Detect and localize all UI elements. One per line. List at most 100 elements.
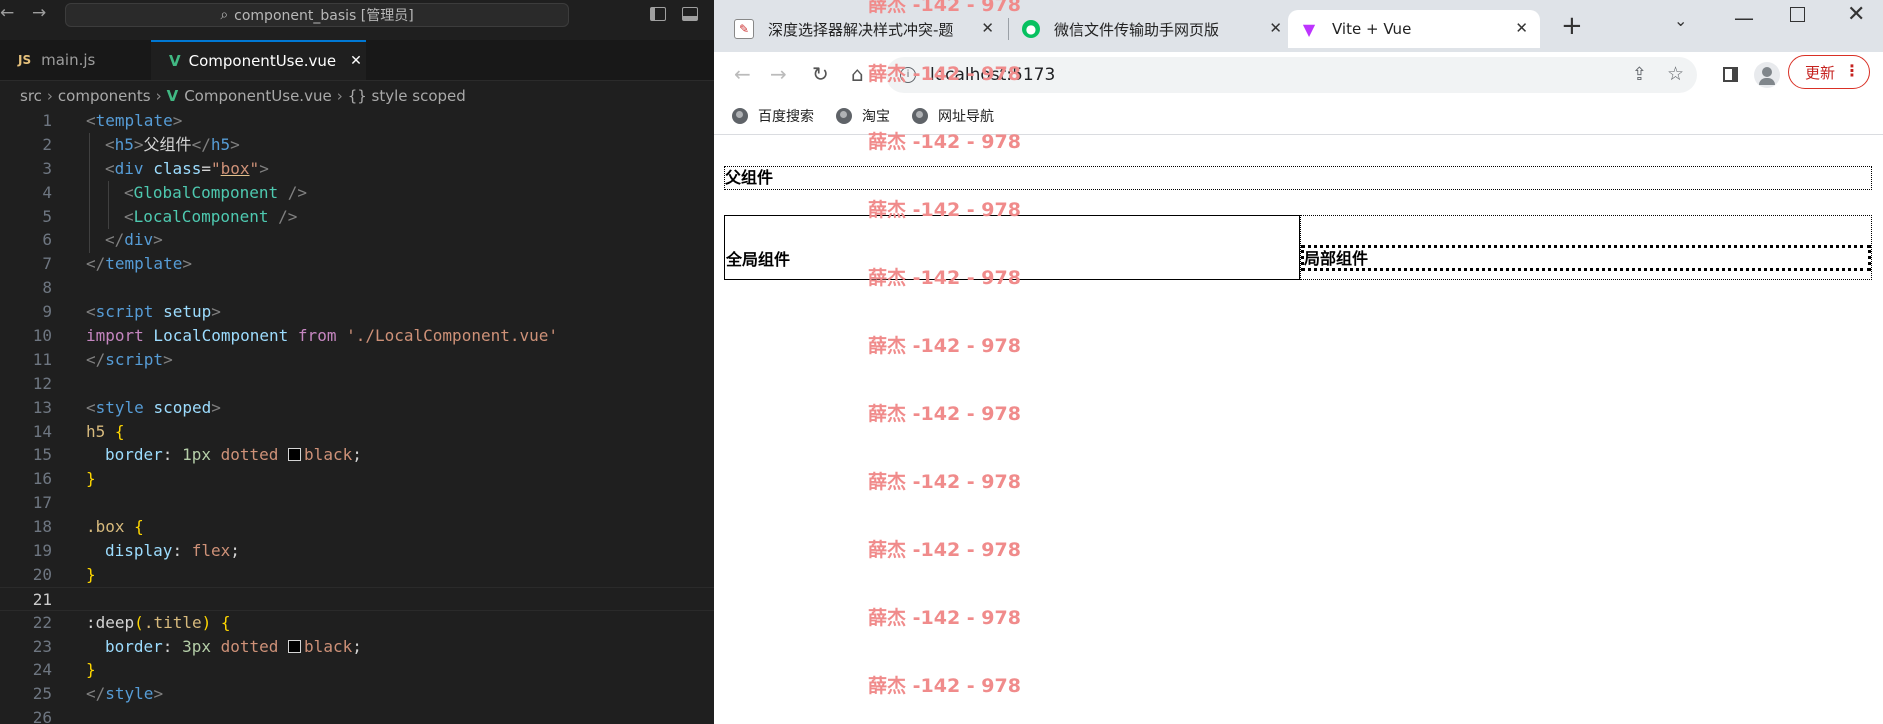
- home-icon[interactable]: ⌂: [851, 62, 864, 86]
- close-window-icon[interactable]: ✕: [1847, 2, 1865, 27]
- code-line: 10 import LocalComponent from './LocalCom…: [32, 326, 559, 346]
- code-line: 4 <GlobalComponent />: [42, 182, 308, 202]
- tab-title: Vite + Vue: [1332, 20, 1412, 38]
- search-icon: ⌕: [220, 7, 229, 23]
- code-line: 19 display: flex;: [32, 541, 240, 561]
- code-line: 11 </script>: [32, 349, 173, 369]
- code-editor[interactable]: 1 <template> 2 <h5>父组件</h5> 3 <div class="b…: [0, 109, 714, 724]
- command-center-search[interactable]: ⌕ component_basis [管理员]: [65, 3, 569, 27]
- breadcrumb-item[interactable]: ComponentUse.vue: [184, 87, 332, 105]
- bookmark-label: 百度搜索: [758, 109, 814, 125]
- code-line: 26: [32, 708, 52, 724]
- code-line: 22:deep(.title) {: [32, 612, 231, 632]
- code-line: 6 </div>: [42, 230, 163, 250]
- tab-componentuse-vue[interactable]: V ComponentUse.vue ✕: [151, 40, 366, 80]
- toggle-sidebar-icon[interactable]: [650, 7, 666, 21]
- tab-search-chevron-icon[interactable]: ⌄: [1674, 11, 1687, 30]
- reload-icon[interactable]: ↻: [812, 62, 829, 86]
- address-bar[interactable]: i localhost:5173 ⇪ ☆: [886, 57, 1697, 93]
- code-line: 17: [32, 493, 52, 513]
- vscode-window: ← → ⌕ component_basis [管理员] JS main.js V…: [0, 0, 714, 724]
- code-line-current: 21: [0, 586, 714, 611]
- code-line: 14 h5 {: [32, 421, 125, 441]
- browser-tab[interactable]: ● 微信文件传输助手网页版 ✕: [1010, 10, 1294, 48]
- bookmark-item[interactable]: 淘宝: [836, 106, 890, 126]
- tab-divider: [1008, 18, 1009, 40]
- bookmark-item[interactable]: 百度搜索: [732, 106, 814, 126]
- code-line: 9 <script setup>: [42, 302, 221, 322]
- back-arrow-icon[interactable]: ←: [0, 3, 14, 23]
- code-line: 1 <template>: [42, 111, 183, 130]
- code-line: 16}: [32, 469, 96, 489]
- color-swatch[interactable]: [288, 639, 302, 653]
- javascript-file-icon: JS: [18, 53, 32, 67]
- bookmark-item[interactable]: 网址导航: [912, 106, 994, 126]
- chevron-right-icon: ›: [336, 87, 343, 105]
- browser-toolbar: ← → ↻ ⌂ i localhost:5173 ⇪ ☆: [714, 52, 1883, 98]
- url-text: localhost:5173: [930, 65, 1056, 85]
- editor-tabs: JS main.js V ComponentUse.vue ✕: [0, 40, 714, 81]
- code-line: 3 <div class="box">: [42, 158, 269, 178]
- forward-arrow-icon[interactable]: →: [32, 3, 46, 23]
- code-line: 24}: [32, 660, 96, 680]
- minimize-icon[interactable]: —: [1734, 6, 1754, 30]
- code-line: 7 </template>: [42, 254, 192, 274]
- globe-icon: [912, 108, 928, 124]
- bookmark-label: 淘宝: [862, 109, 890, 125]
- close-tab-icon[interactable]: ✕: [1515, 19, 1528, 37]
- flex-box-container: 全局组件 局部组件: [724, 215, 1872, 280]
- tab-label: main.js: [41, 51, 96, 69]
- globe-icon: [836, 108, 852, 124]
- wechat-icon: ●: [1022, 20, 1040, 38]
- site-favicon-icon: ✎: [734, 19, 754, 39]
- bookmark-star-icon[interactable]: ☆: [1667, 63, 1684, 85]
- browser-tab-active[interactable]: ▼ Vite + Vue ✕: [1288, 10, 1540, 48]
- toggle-panel-icon[interactable]: [682, 7, 698, 21]
- bookmarks-bar: 百度搜索 淘宝 网址导航: [714, 98, 1883, 135]
- tab-main-js[interactable]: JS main.js: [0, 40, 150, 80]
- code-line: 2 <h5>父组件</h5>: [42, 134, 240, 154]
- code-line: 18 .box {: [32, 517, 144, 537]
- maximize-icon[interactable]: [1790, 7, 1805, 22]
- code-line: 12: [32, 373, 52, 393]
- browser-tab-strip: ✎ 深度选择器解决样式冲突-题 ✕ ● 微信文件传输助手网页版 ✕ ▼ Vite…: [714, 0, 1883, 52]
- back-arrow-icon[interactable]: ←: [734, 62, 751, 86]
- bookmark-label: 网址导航: [938, 109, 994, 125]
- chrome-window: ✎ 深度选择器解决样式冲突-题 ✕ ● 微信文件传输助手网页版 ✕ ▼ Vite…: [714, 0, 1883, 724]
- globe-icon: [732, 108, 748, 124]
- local-component-heading: 局部组件: [1301, 245, 1871, 271]
- tab-title: 深度选择器解决样式冲突-题: [768, 20, 954, 39]
- close-tab-icon[interactable]: ✕: [1269, 19, 1282, 37]
- code-line: 13 <style scoped>: [32, 397, 221, 417]
- chevron-right-icon: ›: [46, 87, 53, 105]
- tab-title: 微信文件传输助手网页版: [1054, 20, 1220, 39]
- local-component: 局部组件: [1300, 215, 1872, 280]
- breadcrumb-item[interactable]: components: [58, 87, 151, 105]
- forward-arrow-icon[interactable]: →: [770, 62, 787, 86]
- global-component: 全局组件: [724, 215, 1300, 280]
- breadcrumb-item[interactable]: {} style scoped: [348, 87, 466, 105]
- side-panel-icon[interactable]: [1723, 67, 1738, 82]
- update-label: 更新: [1805, 63, 1836, 82]
- new-tab-button[interactable]: +: [1561, 11, 1583, 41]
- vue-file-icon: V: [166, 87, 179, 105]
- vite-logo-icon: ▼: [1302, 19, 1316, 39]
- close-tab-icon[interactable]: ✕: [981, 19, 994, 37]
- color-swatch[interactable]: [288, 448, 302, 462]
- breadcrumb-item[interactable]: src: [20, 87, 42, 105]
- share-icon[interactable]: ⇪: [1632, 64, 1647, 85]
- update-button[interactable]: 更新 ⋮: [1788, 55, 1870, 89]
- site-info-icon[interactable]: i: [900, 67, 916, 83]
- vue-file-icon: V: [169, 52, 181, 70]
- breadcrumb: src › components › V ComponentUse.vue › …: [0, 84, 714, 108]
- code-line: 25 </style>: [32, 684, 164, 704]
- browser-tab[interactable]: ✎ 深度选择器解决样式冲突-题 ✕: [722, 10, 1006, 48]
- close-tab-icon[interactable]: ✕: [350, 53, 362, 69]
- code-line: 20}: [32, 564, 96, 584]
- profile-avatar-icon[interactable]: [1754, 62, 1780, 88]
- code-line: 15 border: 1px dotted black;: [32, 445, 362, 465]
- page-viewport: 父组件 全局组件 局部组件: [714, 135, 1883, 724]
- more-menu-icon[interactable]: ⋮: [1844, 61, 1860, 80]
- tab-label: ComponentUse.vue: [188, 52, 337, 70]
- vscode-titlebar: ← → ⌕ component_basis [管理员]: [0, 0, 714, 30]
